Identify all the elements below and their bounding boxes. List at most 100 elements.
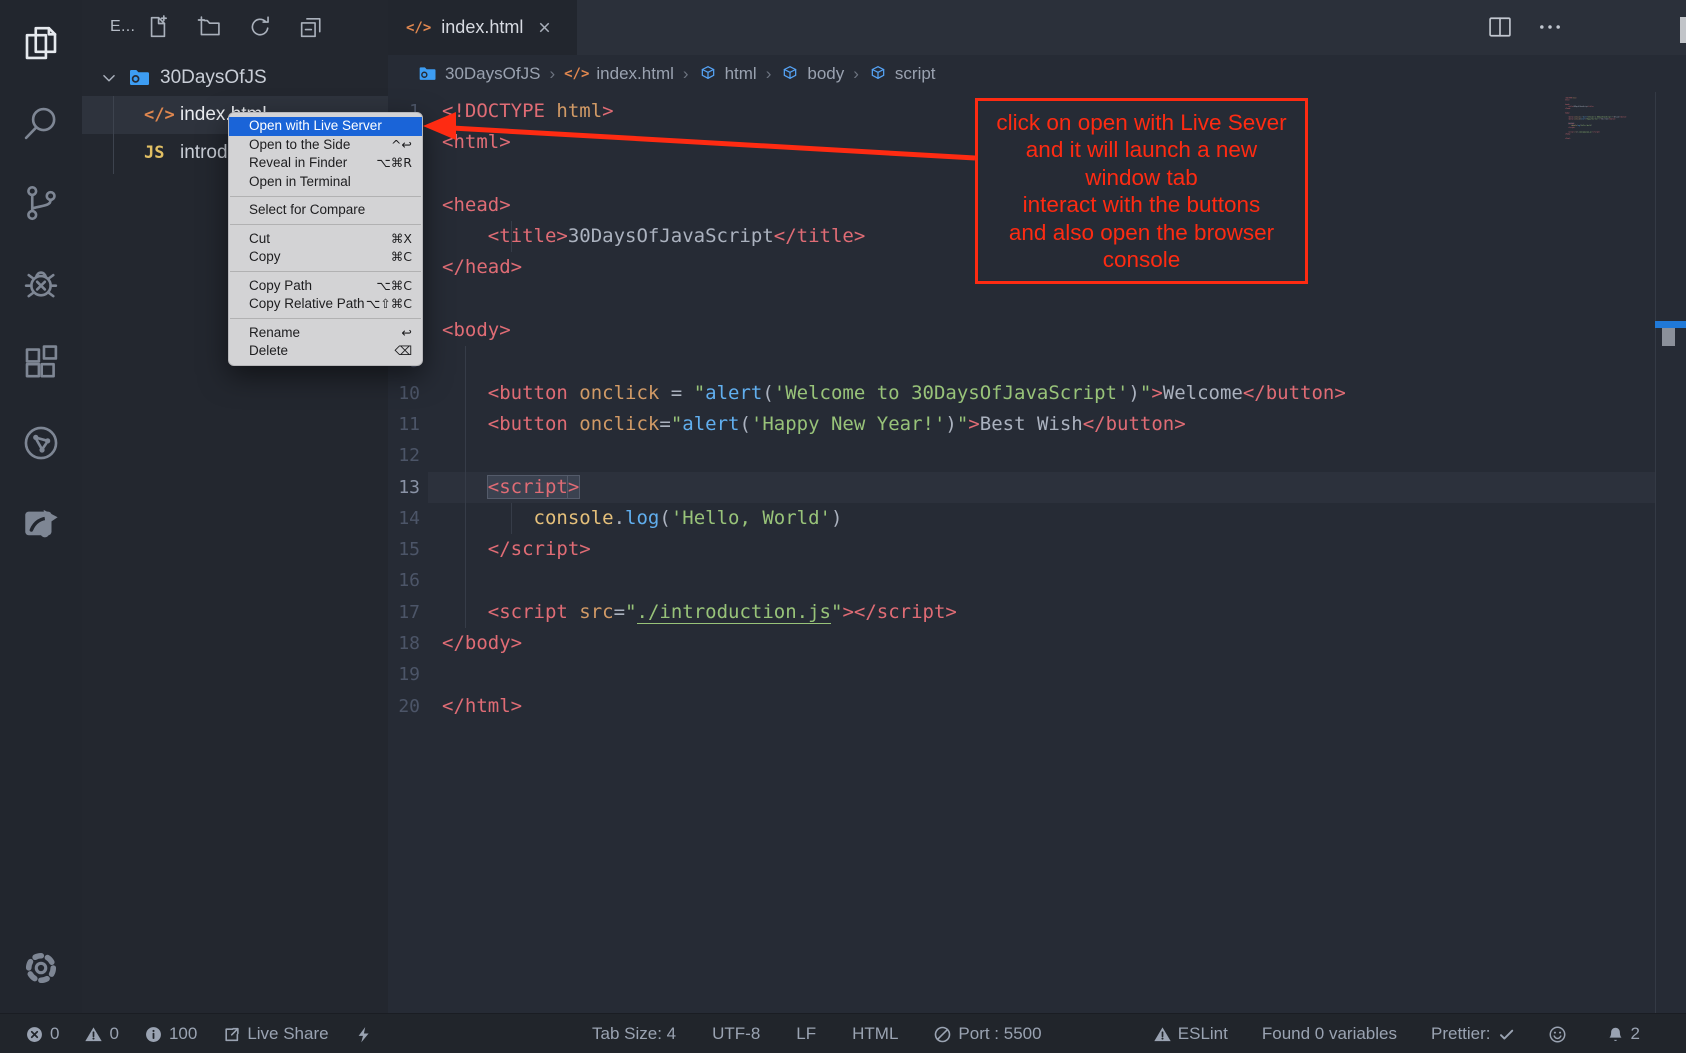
menu-item-open-to-the-side[interactable]: Open to the Side^↩ [229,136,422,155]
line-number: 13 [388,472,420,503]
menu-shortcut: ⌘C [391,248,412,267]
vscode-window: E... 30DaysOfJS</>index.htmlJSintroducti… [0,0,1686,1053]
breadcrumb-30DaysOfJS[interactable]: 30DaysOfJS [418,64,540,84]
bell-icon [1607,1026,1624,1043]
menu-item-cut[interactable]: Cut⌘X [229,230,422,249]
warning-icon [85,1026,102,1043]
menu-separator [230,318,421,319]
menu-item-label: Select for Compare [249,201,365,220]
code-line-10: <button onclick = "alert('Welcome to 30D… [442,378,1346,409]
status-smiley[interactable] [1549,1026,1573,1043]
status-bar: 0 0 100 Live Share Tab Size: 4 UTF-8 LF HTML Po… [0,1013,1686,1053]
breadcrumb-script[interactable]: script [868,64,936,84]
source-control-icon [20,182,62,224]
status-prettier-[interactable]: Prettier: [1431,1024,1515,1044]
activity-source-control[interactable] [0,168,82,238]
html-file-icon: </> [144,105,174,125]
activity-settings[interactable] [0,933,82,1003]
menu-item-label: Copy Relative Path [249,295,365,314]
activity-bar [0,0,82,1013]
activity-search[interactable] [0,88,82,158]
status-label: UTF-8 [712,1024,760,1044]
js-file-icon: JS [144,143,174,163]
menu-item-rename[interactable]: Rename ↩ [229,324,422,343]
code-line-20: </html> [442,691,1346,722]
split-editor-icon[interactable] [1486,13,1516,43]
code-line-8: <body> [442,315,1346,346]
activity-live-share[interactable] [0,408,82,478]
collapse-all-button[interactable] [297,13,327,43]
menu-shortcut: ⌘X [391,230,412,249]
files-icon [20,22,62,64]
status-left: 0 0 100 Live Share [26,1014,379,1053]
menu-shortcut: ↩ [402,324,412,343]
annotation-text-line: window tab [978,164,1305,192]
tab-index-html[interactable]: </> index.html [388,0,577,55]
more-actions-icon[interactable] [1536,13,1566,43]
menu-item-select-for-compare[interactable]: Select for Compare [229,201,422,220]
menu-item-open-in-terminal[interactable]: Open in Terminal [229,173,422,192]
new-folder-button[interactable] [195,13,225,43]
status-2[interactable]: 2 [1607,1024,1640,1044]
status-0[interactable]: 0 [85,1024,118,1044]
status-html[interactable]: HTML [852,1024,898,1044]
menu-item-reveal-in-finder[interactable]: Reveal in Finder⌥⌘R [229,154,422,173]
tree-root-folder[interactable]: 30DaysOfJS [82,60,388,96]
status-live-share[interactable]: Live Share [223,1024,328,1044]
annotation-text-line: and also open the browser [978,219,1305,247]
menu-item-copy[interactable]: Copy⌘C [229,248,422,267]
menu-shortcut: ^↩ [391,136,412,155]
status-0[interactable]: 0 [26,1024,59,1044]
status-label: 0 [50,1024,59,1044]
status-eslint[interactable]: ESLint [1154,1024,1228,1044]
status-lightning[interactable] [355,1026,379,1043]
code-line-7 [442,284,1346,315]
breadcrumb-html[interactable]: html [698,64,757,84]
activity-run-debug[interactable] [0,248,82,318]
line-number: 16 [388,565,420,596]
new-file-icon [144,13,174,41]
code-line-15: </script> [442,534,1346,565]
minimap[interactable]: <!DOCTYPE html><html><head> <title>30Day… [1565,97,1653,237]
status-port-5500[interactable]: Port : 5500 [934,1024,1041,1044]
menu-item-label: Rename [249,324,300,343]
menu-shortcut: ⌫ [394,342,412,361]
warning-icon [1154,1026,1171,1043]
line-number: 18 [388,628,420,659]
status-right: ESLint Found 0 variables Prettier: 2 [1154,1014,1640,1053]
breadcrumb-body[interactable]: body [780,64,844,84]
breadcrumb-label: index.html [596,64,673,84]
status-found-0-variables[interactable]: Found 0 variables [1262,1024,1397,1044]
new-file-button[interactable] [144,13,174,43]
menu-shortcut: ⌥⌘C [376,277,412,296]
collapse-all-icon [297,13,327,41]
new-folder-icon [195,13,225,41]
annotation-text-line: click on open with Live Sever [978,109,1305,137]
breadcrumb-separator: › [549,64,555,84]
activity-explorer[interactable] [0,8,82,78]
menu-item-copy-relative-path[interactable]: Copy Relative Path⌥⇧⌘C [229,295,422,314]
explorer-header: E... [82,0,388,56]
menu-item-delete[interactable]: Delete⌫ [229,342,422,361]
status-tab-size-4[interactable]: Tab Size: 4 [592,1024,676,1044]
status-100[interactable]: 100 [145,1024,197,1044]
breadcrumb-index.html[interactable]: </> index.html [564,64,674,84]
status-label: LF [796,1024,816,1044]
symbol-cube-icon [698,64,718,84]
refresh-button[interactable] [246,13,276,43]
menu-item-open-with-live-server[interactable]: Open with Live Server [229,117,422,136]
menu-item-label: Reveal in Finder [249,154,347,173]
activity-extensions[interactable] [0,328,82,398]
activity-live-server[interactable] [0,488,82,558]
close-tab-icon[interactable] [533,17,555,39]
html-file-icon: </> [406,20,431,36]
html-file-icon: </> [564,66,589,82]
share-box-icon [20,502,62,544]
menu-item-copy-path[interactable]: Copy Path ⌥⌘C [229,277,422,296]
status-utf-8[interactable]: UTF-8 [712,1024,760,1044]
search-icon [20,102,62,144]
scrollbar-thumb[interactable] [1662,328,1675,346]
explorer-title: E... [110,18,135,36]
menu-item-label: Copy Path [249,277,312,296]
status-lf[interactable]: LF [796,1024,816,1044]
